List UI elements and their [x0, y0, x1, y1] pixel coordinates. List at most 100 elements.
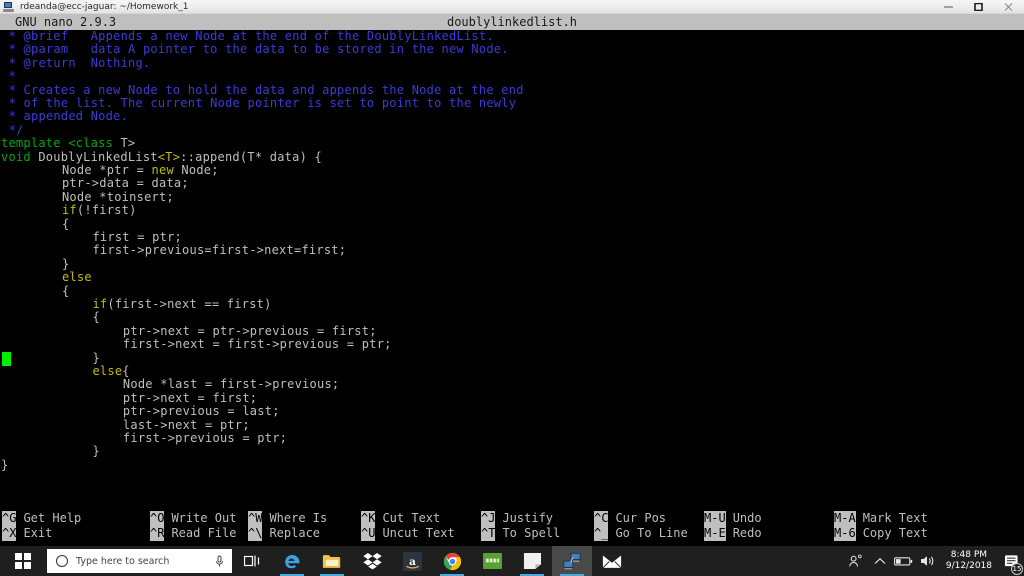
nano-shortcut[interactable]: ^K Cut Text: [361, 510, 440, 526]
nano-shortcut[interactable]: ^O Write Out: [150, 510, 236, 526]
shortcut-row-top: ^G Get Help ^O Write Out ^W Where Is ^K Cut Tex…: [0, 510, 1024, 526]
nano-shortcut[interactable]: ^J Justify: [481, 510, 553, 526]
code-line: ptr->next = ptr->previous = first;: [122, 323, 377, 338]
nano-shortcut-label: Copy Text: [862, 526, 928, 540]
nano-shortcut-key: ^T: [481, 525, 496, 541]
nano-shortcut[interactable]: M-E Redo: [704, 525, 762, 541]
taskbar-app-dropbox[interactable]: [352, 546, 392, 576]
notification-count-badge: 15: [1011, 563, 1023, 575]
start-button[interactable]: [0, 546, 46, 576]
code-token: }: [92, 350, 100, 365]
taskbar-app-green-app[interactable]: [472, 546, 512, 576]
code-line: * of the list. The current Node pointer …: [9, 96, 517, 110]
code-line: }: [62, 257, 69, 271]
code-token: {: [61, 216, 70, 231]
nano-shortcut[interactable]: ^U Uncut Text: [361, 525, 455, 541]
code-line: *: [9, 69, 16, 83]
clock[interactable]: 8:48 PM 9/12/2018: [940, 550, 998, 572]
nano-shortcut-label: Redo: [732, 526, 762, 540]
close-button[interactable]: [994, 0, 1024, 14]
show-hidden-icons-chevron[interactable]: [868, 546, 892, 576]
task-view-button[interactable]: [232, 546, 272, 576]
code-token: ::append(T* data) {: [180, 149, 322, 164]
taskbar-app-edge[interactable]: [272, 546, 312, 576]
code-token: * @return Nothing.: [8, 55, 151, 70]
code-line: * @return Nothing.: [8, 55, 151, 70]
nano-shortcut-key: M-U: [704, 510, 726, 526]
nano-shortcut[interactable]: ^G Get Help: [2, 510, 81, 526]
code-line: {: [92, 311, 99, 324]
cortana-circle-icon: [56, 555, 68, 567]
code-line: else: [61, 270, 92, 285]
putty-icon: [563, 552, 581, 570]
taskbar-app-chrome[interactable]: [432, 546, 472, 576]
code-token: else: [61, 270, 92, 285]
code-line: Node *ptr = new Node;: [61, 163, 219, 177]
microphone-icon[interactable]: [215, 555, 224, 568]
clock-date: 9/12/2018: [945, 561, 992, 571]
code-line: }: [92, 350, 100, 365]
nano-shortcut[interactable]: ^_ Go To Line: [594, 525, 688, 541]
code-token: T>: [112, 136, 136, 151]
nano-shortcut[interactable]: ^T To Spell: [481, 525, 560, 541]
code-token: (!first): [76, 203, 137, 218]
code-token: first->previous = ptr;: [122, 431, 288, 445]
minimize-button[interactable]: [934, 0, 964, 14]
taskbar-app-amazon[interactable]: a: [392, 546, 432, 576]
code-token: void: [1, 149, 31, 164]
maximize-button[interactable]: [964, 0, 994, 14]
text-cursor: [2, 352, 11, 367]
code-line: }: [92, 445, 99, 458]
code-line: if(first->next == first): [92, 297, 271, 311]
system-tray: 8:48 PM 9/12/2018 15: [844, 546, 1024, 576]
nano-shortcut[interactable]: ^\ Replace: [248, 525, 320, 541]
search-input[interactable]: Type here to search: [47, 549, 232, 573]
nano-shortcut[interactable]: ^C Cur Pos: [594, 510, 666, 526]
code-line: ptr->previous = last;: [122, 404, 280, 419]
nano-shortcut[interactable]: M-6 Copy Text: [834, 525, 928, 541]
nano-shortcut-label: Replace: [269, 526, 321, 540]
windows-logo-icon: [15, 553, 31, 569]
code-token: {: [61, 283, 70, 298]
nano-shortcut[interactable]: ^R Read File: [150, 525, 236, 541]
action-center-button[interactable]: 15: [998, 546, 1024, 576]
code-token: if: [92, 297, 108, 311]
nano-shortcut-key: M-E: [704, 525, 726, 541]
nano-shortcut[interactable]: M-U Undo: [704, 510, 762, 526]
nano-shortcut-key: ^R: [150, 525, 165, 541]
green-app-icon: [482, 552, 502, 570]
nano-shortcut-label: Exit: [23, 526, 53, 540]
volume-icon[interactable]: [916, 546, 940, 576]
taskbar-app-explorer[interactable]: [312, 546, 352, 576]
shortcut-row-bottom: ^X Exit ^R Read File ^\ Replace ^U Uncut Text ^T…: [0, 525, 1024, 541]
window-titlebar[interactable]: rdeanda@ecc-jaguar: ~/Homework_1: [0, 0, 1024, 14]
code-token: first->previous=first->next=first;: [92, 243, 347, 258]
nano-shortcut-key: ^U: [361, 525, 376, 541]
code-line: Node *toinsert;: [62, 190, 174, 204]
battery-icon[interactable]: [892, 546, 916, 576]
task-view-icon: [243, 555, 259, 567]
windows-taskbar: Type here to search a 8:48 PM 9/12/2018 …: [0, 546, 1024, 576]
code-token: Node *last = first->previous;: [122, 377, 340, 392]
nano-shortcut[interactable]: M-A Mark Text: [834, 510, 928, 526]
nano-shortcut-label: Cur Pos: [615, 511, 667, 525]
code-token: ptr->next = ptr->previous = first;: [122, 323, 377, 338]
nano-shortcut-key: ^J: [481, 510, 496, 526]
code-token: Node *ptr =: [61, 163, 152, 177]
taskbar-app-notes[interactable]: [512, 546, 552, 576]
nano-shortcut[interactable]: ^W Where Is: [248, 510, 327, 526]
code-line: * Creates a new Node to hold the data an…: [9, 83, 524, 97]
nano-text-area[interactable]: * @brief Appends a new Node at the end o…: [0, 29, 1024, 504]
code-token: if: [61, 203, 77, 218]
code-token: template: [1, 136, 69, 151]
code-token: new: [151, 163, 174, 177]
taskbar-app-putty[interactable]: [552, 546, 592, 576]
people-icon[interactable]: [844, 546, 868, 576]
svg-text:a: a: [409, 555, 416, 567]
nano-shortcut-key: ^C: [594, 510, 609, 526]
nano-shortcut-key: ^X: [2, 525, 17, 541]
taskbar-app-mail[interactable]: [592, 546, 632, 576]
code-token: ptr->previous = last;: [122, 404, 280, 419]
nano-shortcut[interactable]: ^X Exit: [2, 525, 52, 541]
putty-icon: [2, 1, 16, 13]
